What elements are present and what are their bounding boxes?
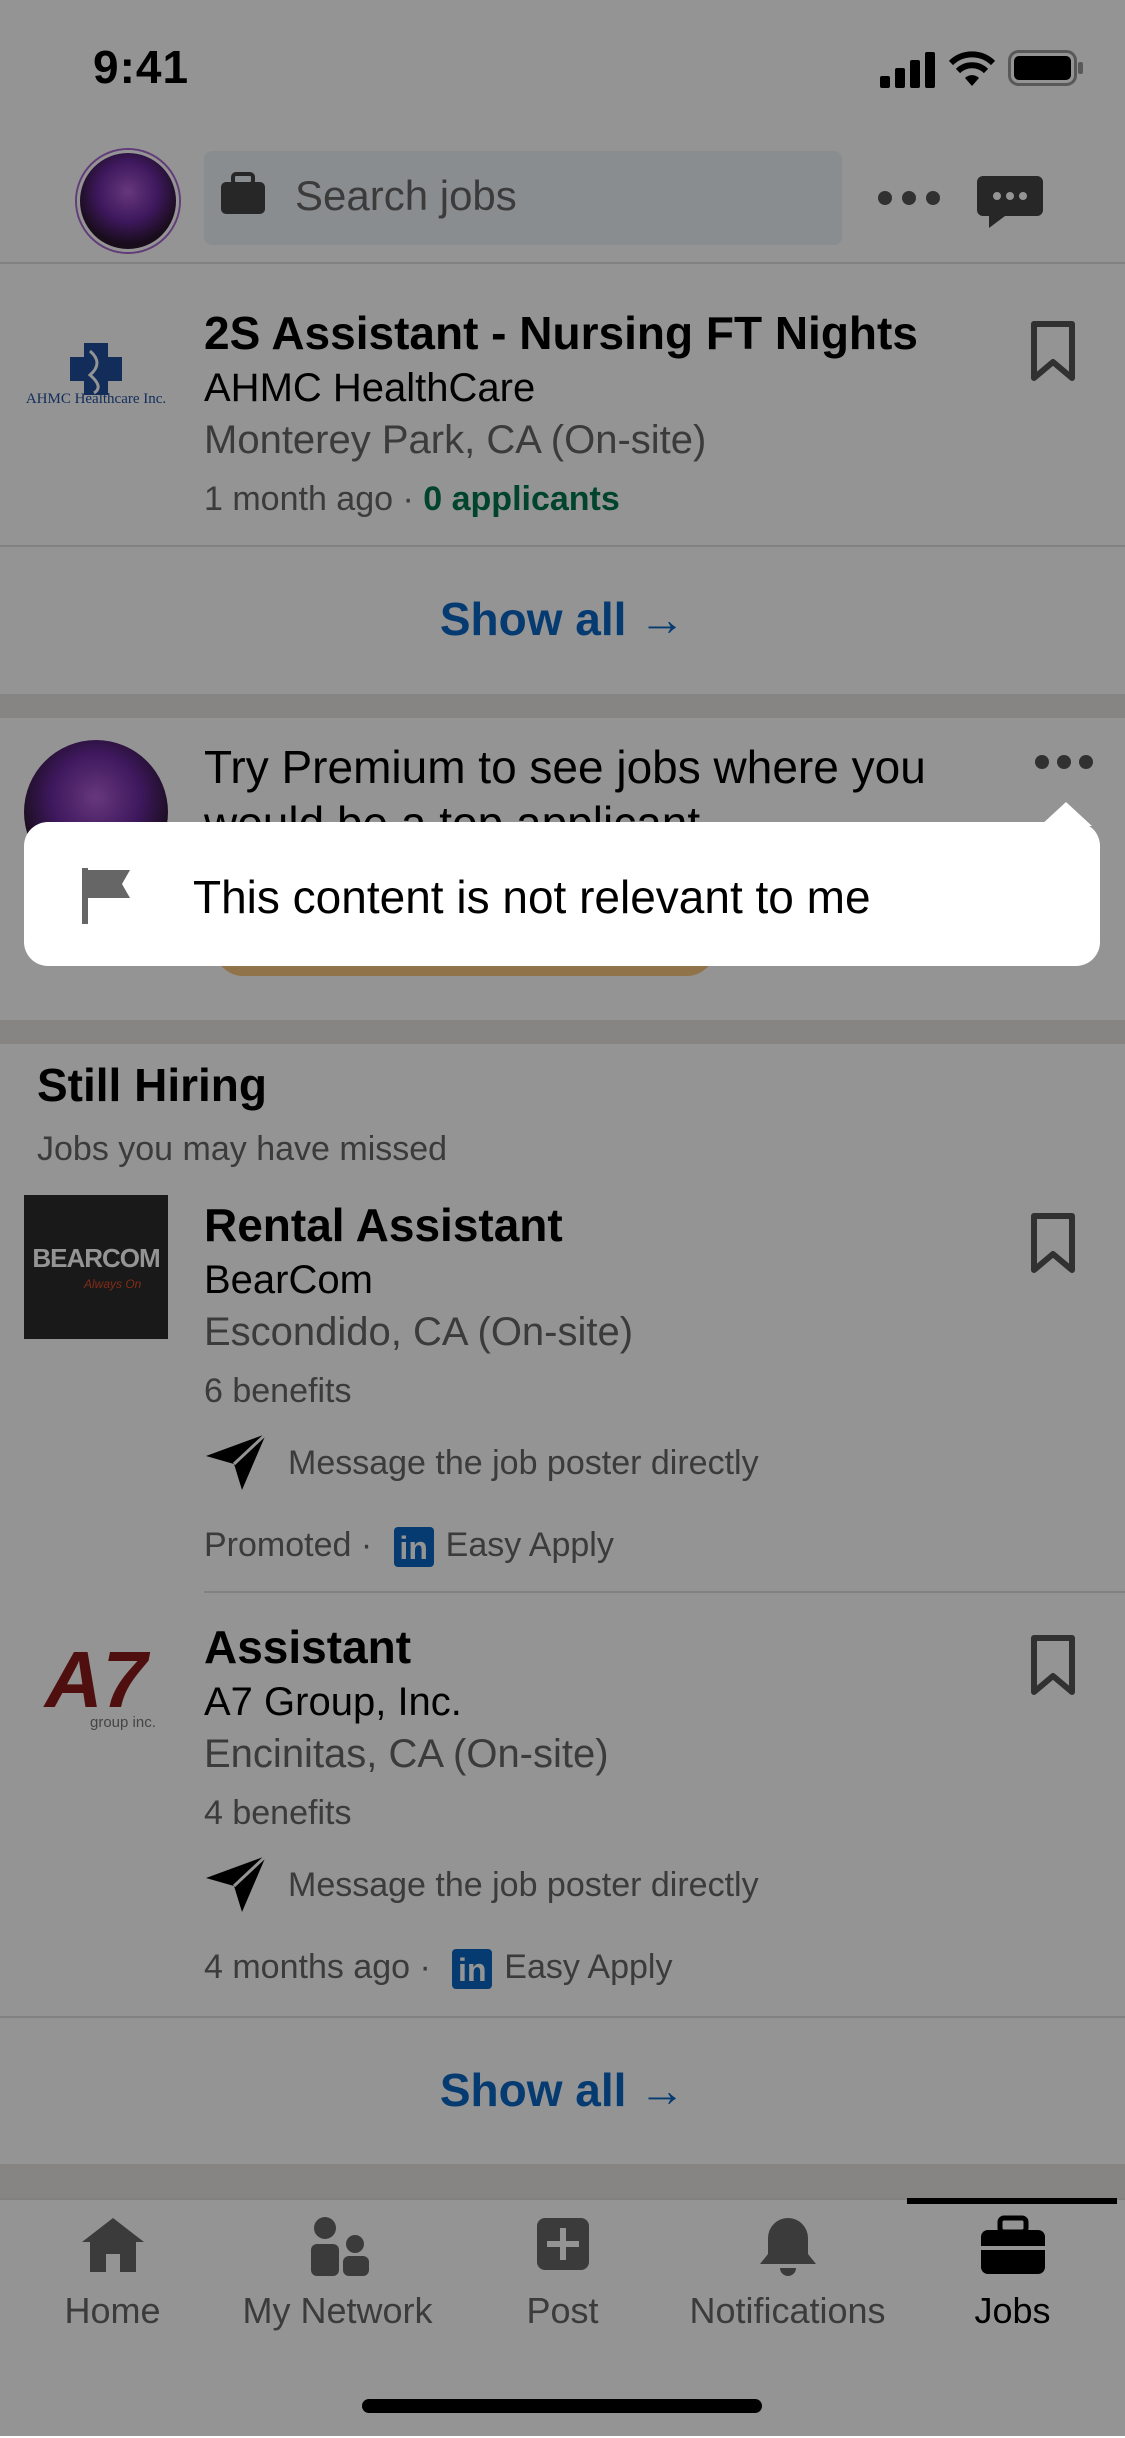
flag-icon <box>82 868 130 924</box>
menu-item-label: This content is not relevant to me <box>193 871 871 923</box>
menu-item-not-relevant[interactable]: This content is not relevant to me <box>24 822 1100 966</box>
modal-dim-overlay[interactable] <box>0 0 1125 2436</box>
